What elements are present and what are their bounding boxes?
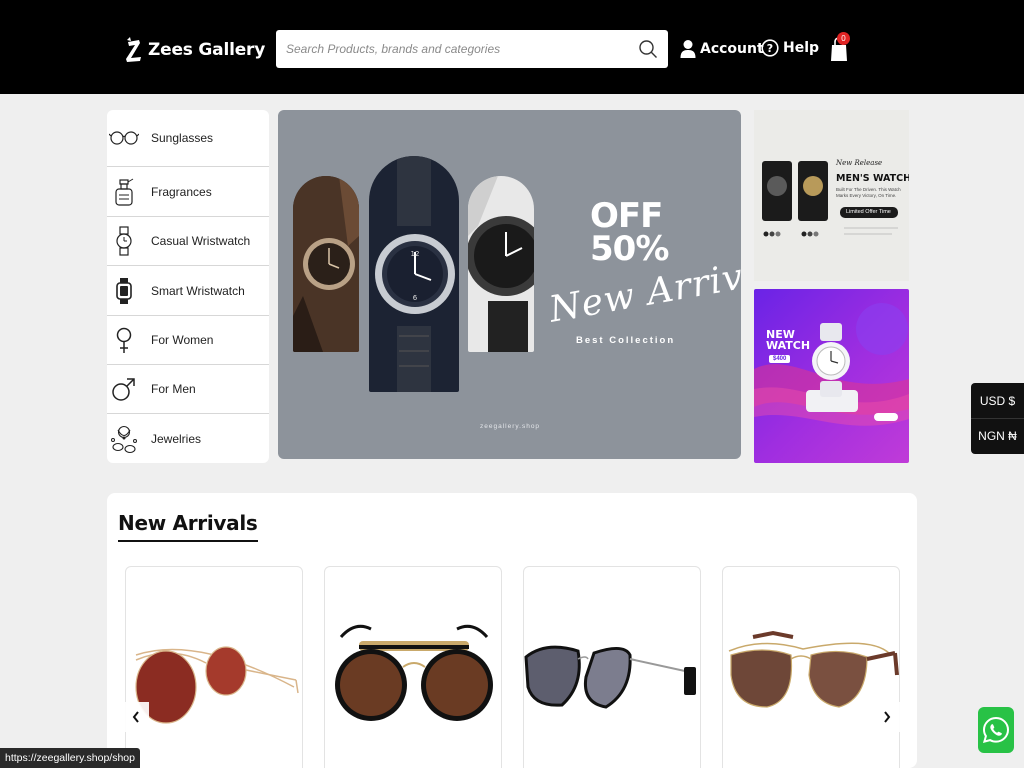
category-label: Fragrances bbox=[151, 184, 212, 199]
product-image-round-browbar-sunglasses bbox=[335, 624, 493, 721]
category-label: Smart Wristwatch bbox=[151, 283, 245, 298]
cart-count-badge: 0 bbox=[837, 32, 850, 45]
site-header: Zees Gallery Account ? Help 0 bbox=[0, 0, 1024, 94]
promo-new-watch-art bbox=[754, 303, 909, 426]
account-button[interactable]: Account bbox=[680, 39, 764, 59]
category-item-smart-wristwatch[interactable]: Smart Wristwatch bbox=[107, 266, 269, 316]
svg-text:?: ? bbox=[767, 42, 773, 55]
category-label: Sunglasses bbox=[151, 131, 214, 145]
product-card[interactable] bbox=[324, 566, 502, 768]
whatsapp-chat-button[interactable] bbox=[978, 707, 1014, 753]
account-label: Account bbox=[700, 41, 764, 57]
product-card[interactable] bbox=[125, 566, 303, 768]
category-item-fragrances[interactable]: Fragrances bbox=[107, 167, 269, 217]
carousel-next-arrow[interactable] bbox=[874, 702, 900, 732]
search-icon[interactable] bbox=[638, 39, 658, 59]
jewelry-icon bbox=[109, 424, 139, 454]
category-item-casual-wristwatch[interactable]: Casual Wristwatch bbox=[107, 217, 269, 266]
currency-ngn-button[interactable]: NGN ₦ bbox=[971, 418, 1024, 453]
category-label: For Men bbox=[151, 382, 196, 396]
perfume-icon bbox=[109, 177, 139, 207]
promo2-price: $400 bbox=[769, 355, 791, 363]
currency-usd-button[interactable]: USD $ bbox=[971, 383, 1024, 418]
promo2-title-line2: WATCH bbox=[766, 339, 811, 352]
whatsapp-icon bbox=[982, 716, 1010, 744]
promo1-tagline: Built For The Driven. This Watch Marks E… bbox=[836, 187, 901, 198]
hero-watch-image-left bbox=[293, 176, 359, 352]
user-icon bbox=[680, 40, 696, 58]
hero-domain-text: zeegallery.shop bbox=[480, 423, 541, 430]
female-symbol-icon bbox=[109, 325, 139, 355]
help-icon: ? bbox=[761, 39, 779, 57]
logo-text: Zees Gallery bbox=[148, 40, 266, 60]
promo1-title: MEN'S WATCH bbox=[836, 173, 909, 184]
chevron-left-icon bbox=[132, 711, 139, 723]
status-bar-url: https://zeegallery.shop/shop bbox=[0, 748, 140, 768]
chevron-right-icon bbox=[884, 711, 891, 723]
promo-new-watch[interactable]: NEW WATCH $400 bbox=[754, 289, 909, 463]
category-menu: Sunglasses Fragrances Casual Wristwatch … bbox=[107, 110, 269, 463]
product-image-cateye-sunglasses bbox=[524, 645, 696, 709]
category-label: For Women bbox=[151, 333, 214, 347]
hero-watch-image-center: 12 6 bbox=[369, 156, 459, 392]
site-logo[interactable]: Zees Gallery bbox=[124, 36, 265, 64]
help-button[interactable]: ? Help bbox=[761, 39, 819, 57]
smartwatch-icon bbox=[109, 276, 139, 306]
promo-mens-watch[interactable]: New Release MEN'S WATCH Built For The Dr… bbox=[754, 110, 909, 281]
product-card[interactable] bbox=[523, 566, 701, 768]
promo1-limited-offer: Limited Offer Time bbox=[846, 209, 891, 215]
promo1-new-release: New Release bbox=[836, 159, 883, 167]
promo2-title: NEW WATCH bbox=[766, 329, 810, 351]
category-item-sunglasses[interactable]: Sunglasses bbox=[107, 110, 269, 167]
hero-discount-text: OFF 50% bbox=[590, 199, 669, 269]
hero-banner[interactable]: 12 6 OFF 50% New Arrival Best Collection… bbox=[278, 110, 741, 459]
wristwatch-icon bbox=[109, 226, 139, 256]
currency-switcher: USD $ NGN ₦ bbox=[971, 383, 1024, 454]
search-input[interactable] bbox=[286, 42, 638, 56]
category-item-for-men[interactable]: For Men bbox=[107, 365, 269, 414]
carousel-prev-arrow[interactable] bbox=[123, 702, 149, 732]
product-image-round-red-sunglasses bbox=[135, 646, 299, 724]
new-arrivals-section: New Arrivals bbox=[107, 493, 917, 768]
svg-text:6: 6 bbox=[413, 294, 418, 302]
hero-best-collection: Best Collection bbox=[576, 335, 676, 346]
product-card[interactable] bbox=[722, 566, 900, 768]
hero-off-line2: 50% bbox=[590, 229, 669, 269]
category-label: Jewelries bbox=[151, 431, 202, 446]
category-item-for-women[interactable]: For Women bbox=[107, 316, 269, 365]
new-arrivals-title: New Arrivals bbox=[118, 511, 258, 542]
svg-text:12: 12 bbox=[411, 250, 420, 258]
search-bar bbox=[276, 30, 668, 68]
category-item-jewelries[interactable]: Jewelries bbox=[107, 414, 269, 463]
category-label: Casual Wristwatch bbox=[151, 234, 251, 248]
hero-watch-image-right bbox=[468, 176, 534, 352]
male-symbol-icon bbox=[109, 374, 139, 404]
logo-mark-icon bbox=[126, 37, 141, 62]
help-label: Help bbox=[783, 40, 820, 56]
glasses-icon bbox=[109, 123, 139, 153]
